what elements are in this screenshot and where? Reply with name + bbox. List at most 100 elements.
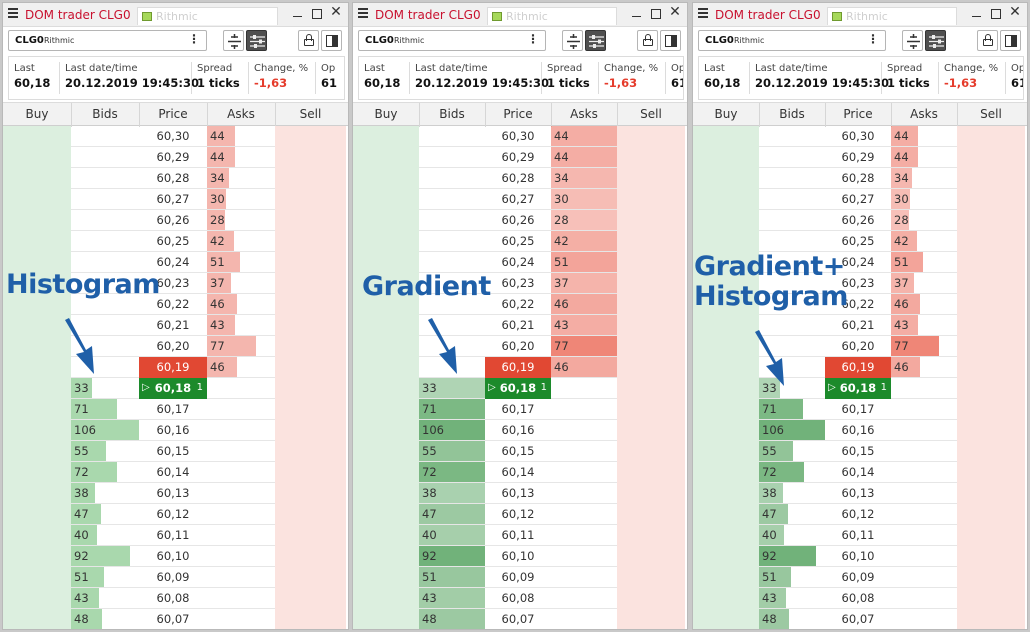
maximize-icon[interactable] [312, 9, 322, 19]
price-cell[interactable]: 60,08 [139, 588, 207, 609]
hamburger-menu-icon[interactable] [8, 8, 18, 20]
bid-volume[interactable]: 40 [759, 525, 784, 545]
hamburger-menu-icon[interactable] [698, 8, 708, 20]
price-cell[interactable]: 60,30 [825, 126, 891, 147]
ask-volume[interactable]: 44 [207, 147, 235, 167]
column-header-price[interactable]: Price [139, 107, 207, 121]
price-cell[interactable]: 60,27 [139, 189, 207, 210]
ask-volume[interactable]: 30 [891, 189, 910, 209]
ask-volume[interactable]: 34 [891, 168, 912, 188]
price-cell[interactable]: 60,14 [139, 462, 207, 483]
bid-volume[interactable]: 51 [759, 567, 791, 587]
ask-volume[interactable]: 42 [207, 231, 234, 251]
price-cell[interactable]: 60,29 [825, 147, 891, 168]
ask-volume[interactable]: 77 [891, 336, 939, 356]
price-cell[interactable]: 60,19 [485, 357, 551, 378]
bid-volume[interactable]: 40 [419, 525, 485, 545]
instrument-selector[interactable]: CLG0 Rithmic ⋮ [358, 30, 546, 51]
bid-volume[interactable]: 48 [419, 609, 485, 629]
price-cell[interactable]: 60,25 [139, 231, 207, 252]
price-cell[interactable]: 60,27 [485, 189, 551, 210]
bid-volume[interactable]: 106 [759, 420, 825, 440]
price-cell[interactable]: 60,19 [139, 357, 207, 378]
price-cell[interactable]: 60,24 [485, 252, 551, 273]
sell-column[interactable] [957, 126, 1025, 629]
ladder-settings-button[interactable] [585, 30, 606, 51]
ask-volume[interactable]: 46 [551, 294, 617, 314]
sell-column[interactable] [275, 126, 346, 629]
panel-toggle-button[interactable] [321, 30, 342, 51]
ask-volume[interactable]: 77 [551, 336, 617, 356]
price-cell[interactable]: 60,17 [139, 399, 207, 420]
price-cell[interactable]: 60,28 [139, 168, 207, 189]
ask-volume[interactable]: 43 [207, 315, 235, 335]
price-cell[interactable]: 60,15 [825, 441, 891, 462]
minimize-icon[interactable] [632, 10, 641, 17]
ask-volume[interactable]: 37 [891, 273, 914, 293]
price-cell[interactable]: 60,14 [485, 462, 551, 483]
bid-volume[interactable]: 43 [419, 588, 485, 608]
column-header-buy[interactable]: Buy [353, 107, 419, 121]
ask-volume[interactable]: 43 [891, 315, 918, 335]
price-cell[interactable]: 60,30 [139, 126, 207, 147]
column-header-bids[interactable]: Bids [71, 107, 139, 121]
tab-rithmic[interactable]: Rithmic [487, 7, 617, 25]
bid-volume[interactable]: 38 [759, 483, 783, 503]
panel-toggle-button[interactable] [1000, 30, 1021, 51]
center-ladder-button[interactable] [223, 30, 244, 51]
column-header-bids[interactable]: Bids [759, 107, 825, 121]
lock-button[interactable] [637, 30, 658, 51]
price-cell[interactable]: 60,11 [139, 525, 207, 546]
ladder-settings-button[interactable] [925, 30, 946, 51]
column-header-asks[interactable]: Asks [207, 107, 275, 121]
tab-rithmic[interactable]: Rithmic [137, 7, 278, 25]
ask-volume[interactable]: 34 [207, 168, 229, 188]
price-cell[interactable]: 60,11 [825, 525, 891, 546]
bid-volume[interactable]: 33 [419, 378, 485, 398]
price-cell[interactable]: 60,16 [485, 420, 551, 441]
column-header-price[interactable]: Price [485, 107, 551, 121]
price-cell[interactable]: 60,20 [139, 336, 207, 357]
ask-volume[interactable]: 46 [207, 294, 237, 314]
ladder-settings-button[interactable] [246, 30, 267, 51]
price-cell[interactable]: 60,12 [825, 504, 891, 525]
price-cell[interactable]: 60,26 [825, 210, 891, 231]
price-cell[interactable]: 60,10 [139, 546, 207, 567]
bid-volume[interactable]: 92 [419, 546, 485, 566]
ask-volume[interactable]: 44 [891, 126, 918, 146]
bid-volume[interactable]: 48 [759, 609, 789, 629]
price-cell[interactable]: 60,07 [485, 609, 551, 629]
price-cell[interactable]: ▷ 1 60,18 [485, 378, 551, 399]
column-header-asks[interactable]: Asks [891, 107, 957, 121]
column-header-asks[interactable]: Asks [551, 107, 617, 121]
price-cell[interactable]: 60,25 [485, 231, 551, 252]
price-cell[interactable]: 60,11 [485, 525, 551, 546]
price-cell[interactable]: 60,09 [825, 567, 891, 588]
bid-volume[interactable]: 55 [71, 441, 106, 461]
price-cell[interactable]: 60,26 [485, 210, 551, 231]
column-header-bids[interactable]: Bids [419, 107, 485, 121]
price-cell[interactable]: 60,23 [485, 273, 551, 294]
price-cell[interactable]: 60,28 [485, 168, 551, 189]
bid-volume[interactable]: 47 [759, 504, 788, 524]
price-cell[interactable]: 60,08 [485, 588, 551, 609]
price-cell[interactable]: 60,09 [485, 567, 551, 588]
close-icon[interactable]: ✕ [669, 5, 681, 19]
ask-volume[interactable]: 30 [207, 189, 226, 209]
price-cell[interactable]: 60,16 [825, 420, 891, 441]
price-cell[interactable]: 60,07 [139, 609, 207, 629]
price-cell[interactable]: 60,07 [825, 609, 891, 629]
ask-volume[interactable]: 30 [551, 189, 617, 209]
price-cell[interactable]: 60,30 [485, 126, 551, 147]
bid-volume[interactable]: 40 [71, 525, 97, 545]
price-cell[interactable]: 60,12 [139, 504, 207, 525]
minimize-icon[interactable] [972, 10, 981, 17]
price-cell[interactable]: 60,27 [825, 189, 891, 210]
bid-volume[interactable]: 47 [419, 504, 485, 524]
more-options-icon[interactable]: ⋮ [188, 32, 200, 46]
panel-toggle-button[interactable] [660, 30, 681, 51]
price-cell[interactable]: 60,10 [485, 546, 551, 567]
sell-column[interactable] [617, 126, 685, 629]
ask-volume[interactable]: 44 [891, 147, 918, 167]
buy-column[interactable] [353, 126, 419, 629]
